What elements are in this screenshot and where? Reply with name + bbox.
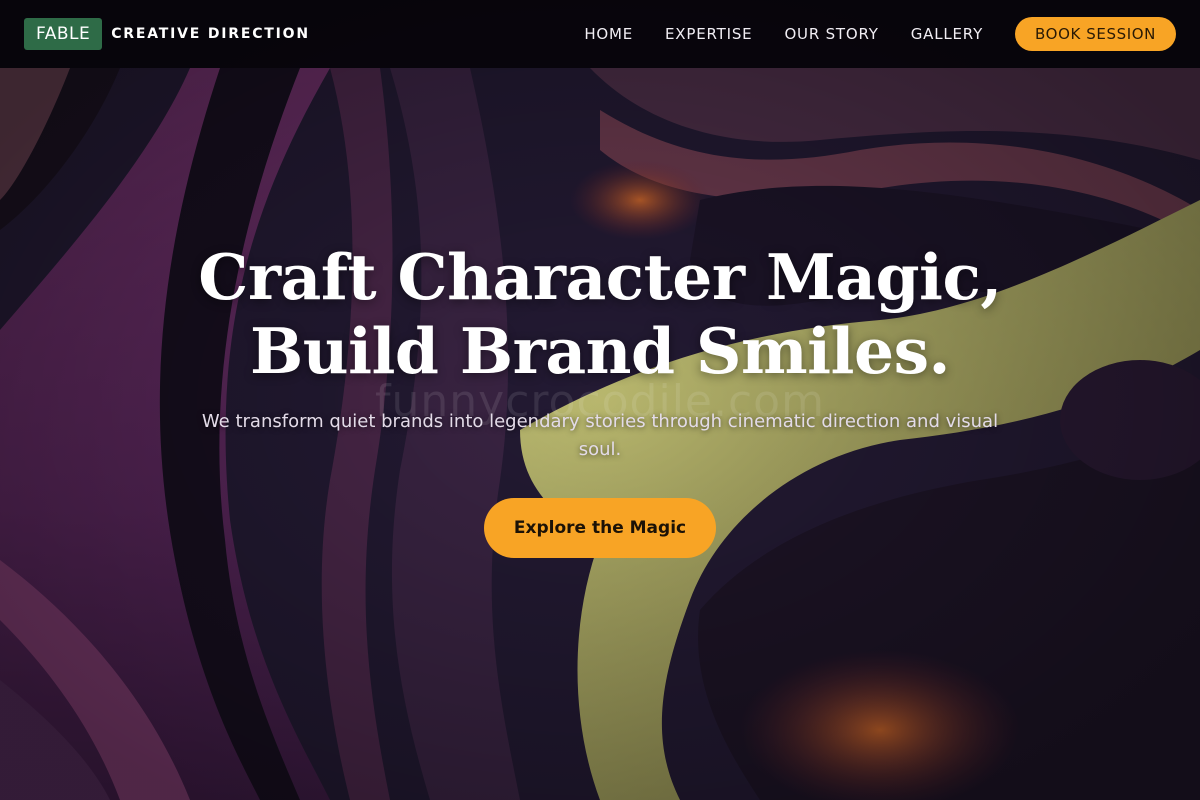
brand-logo[interactable]: FABLE CREATIVE DIRECTION	[24, 18, 310, 50]
nav-link-gallery[interactable]: GALLERY	[911, 25, 983, 43]
top-navigation-bar: FABLE CREATIVE DIRECTION HOME EXPERTISE …	[0, 0, 1200, 68]
nav-links: HOME EXPERTISE OUR STORY GALLERY BOOK SE…	[584, 17, 1176, 51]
book-session-button[interactable]: BOOK SESSION	[1015, 17, 1176, 51]
nav-link-home[interactable]: HOME	[584, 25, 633, 43]
hero-title-line-1: Craft Character Magic,	[198, 240, 1002, 314]
hero-section: Craft Character Magic, Build Brand Smile…	[0, 240, 1200, 558]
brand-tagline: CREATIVE DIRECTION	[111, 26, 310, 42]
explore-magic-button[interactable]: Explore the Magic	[484, 498, 716, 558]
nav-link-our-story[interactable]: OUR STORY	[784, 25, 878, 43]
hero-title: Craft Character Magic, Build Brand Smile…	[0, 240, 1200, 388]
nav-link-expertise[interactable]: EXPERTISE	[665, 25, 752, 43]
hero-subtitle: We transform quiet brands into legendary…	[201, 411, 999, 460]
brand-badge: FABLE	[24, 18, 103, 50]
hero-title-line-2: Build Brand Smiles.	[250, 314, 950, 388]
